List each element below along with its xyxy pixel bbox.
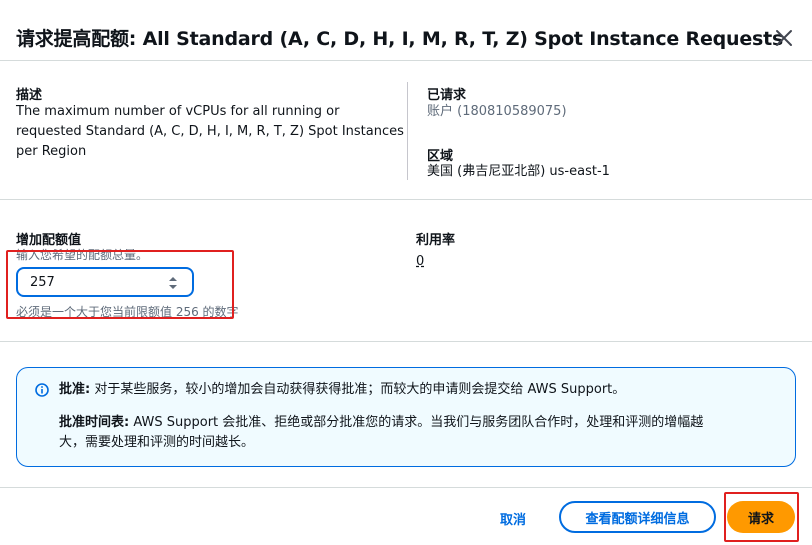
- alert-approval-label: 批准:: [59, 382, 91, 397]
- requested-value: 账户 (180810589075): [427, 104, 567, 119]
- view-quota-details-label: 查看配额详细信息: [585, 511, 690, 527]
- close-button[interactable]: [770, 24, 798, 52]
- description-line-1: The maximum number of vCPUs for all runn…: [16, 104, 340, 119]
- alert-line-2: 批准时间表: AWS Support 会批准、拒绝或部分批准您的请求。当我们与服…: [59, 413, 703, 433]
- description-line-3: per Region: [16, 144, 87, 159]
- footer-divider: [0, 487, 812, 488]
- header-divider: [0, 60, 812, 61]
- info-icon: [35, 383, 49, 397]
- highlight-box-input: [6, 250, 234, 319]
- utilization-value[interactable]: 0: [416, 252, 424, 272]
- alert-approval-text: 对于某些服务，较小的增加会自动获得获得批准；而较大的申请则会提交给 AWS Su…: [90, 382, 626, 397]
- alert-timeline-label: 批准时间表:: [59, 415, 130, 430]
- quota-divider: [0, 341, 812, 342]
- alert-timeline-text: AWS Support 会批准、拒绝或部分批准您的请求。当我们与服务团队合作时，…: [129, 415, 704, 430]
- alert-line-3: 大，需要处理和评测的时间越长。: [59, 435, 255, 450]
- column-divider: [407, 82, 408, 180]
- highlight-box-request: [724, 492, 799, 542]
- description-label: 描述: [16, 88, 43, 103]
- details-divider: [0, 199, 812, 200]
- close-icon: [776, 30, 792, 46]
- alert-line-1: 批准: 对于某些服务，较小的增加会自动获得获得批准；而较大的申请则会提交给 AW…: [59, 380, 625, 400]
- description-line-2: requested Standard (A, C, D, H, I, M, R,…: [16, 124, 404, 139]
- requested-label: 已请求: [427, 88, 467, 103]
- approval-info-alert: 批准: 对于某些服务，较小的增加会自动获得获得批准；而较大的申请则会提交给 AW…: [16, 367, 796, 467]
- modal-title: 请求提高配额: All Standard (A, C, D, H, I, M, …: [16, 28, 784, 50]
- region-value: 美国 (弗吉尼亚北部) us-east-1: [427, 164, 610, 179]
- utilization-label: 利用率: [416, 233, 456, 248]
- view-quota-details-button[interactable]: 查看配额详细信息: [559, 501, 716, 533]
- cancel-button[interactable]: 取消: [500, 509, 526, 528]
